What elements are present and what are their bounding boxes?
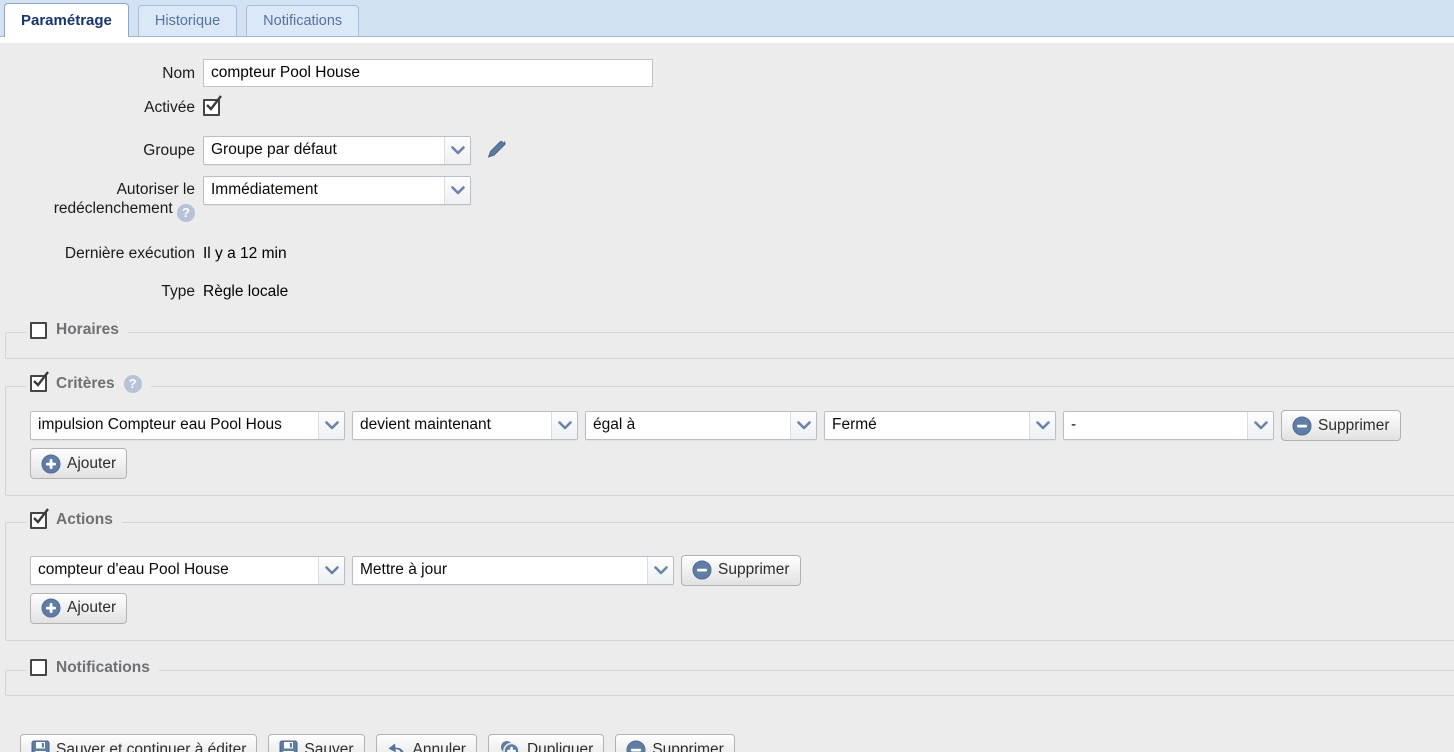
action-delete-button[interactable]: Supprimer bbox=[681, 555, 801, 586]
chevron-down-icon bbox=[1029, 412, 1055, 439]
tab-bar: Paramétrage Historique Notifications bbox=[0, 0, 1454, 37]
criteria-delete-button[interactable]: Supprimer bbox=[1281, 410, 1401, 441]
tab-parametrage[interactable]: Paramétrage bbox=[4, 3, 129, 37]
footer-button-bar: Sauver et continuer à éditer Sauver Annu… bbox=[20, 734, 1454, 752]
criteria-add-button[interactable]: Ajouter bbox=[30, 448, 127, 479]
duplicate-icon bbox=[499, 740, 521, 752]
type-label: Type bbox=[0, 282, 203, 301]
criteria-extra-select[interactable]: - bbox=[1063, 411, 1274, 440]
section-notifications: Notifications bbox=[5, 670, 1454, 697]
section-horaires: Horaires bbox=[5, 332, 1454, 359]
action-command-select[interactable]: Mettre à jour bbox=[352, 556, 674, 585]
chevron-down-icon bbox=[318, 557, 344, 584]
section-criteres: Critères impulsion Compteur eau Pool Hou… bbox=[5, 386, 1454, 497]
chevron-down-icon bbox=[444, 177, 470, 204]
save-and-continue-button[interactable]: Sauver et continuer à éditer bbox=[20, 734, 257, 752]
chevron-down-icon bbox=[647, 557, 673, 584]
criteria-operator-select[interactable]: égal à bbox=[585, 411, 817, 440]
last-execution-value: Il y a 12 min bbox=[203, 245, 287, 263]
edit-group-pencil-icon[interactable] bbox=[484, 139, 508, 163]
tab-notifications[interactable]: Notifications bbox=[246, 5, 359, 36]
criteres-checkbox[interactable] bbox=[30, 375, 47, 392]
action-add-button[interactable]: Ajouter bbox=[30, 593, 127, 624]
criteria-trigger-select[interactable]: devient maintenant bbox=[352, 411, 578, 440]
floppy-icon bbox=[31, 740, 50, 752]
plus-circle-icon bbox=[41, 598, 61, 618]
duplicate-button[interactable]: Dupliquer bbox=[488, 734, 604, 752]
save-button[interactable]: Sauver bbox=[268, 734, 364, 752]
minus-circle-icon bbox=[626, 740, 646, 752]
undo-icon bbox=[387, 741, 407, 752]
chevron-down-icon bbox=[318, 412, 344, 439]
actions-legend: Actions bbox=[56, 511, 113, 529]
name-input[interactable] bbox=[203, 59, 653, 87]
name-label: Nom bbox=[0, 64, 203, 83]
notifications-legend: Notifications bbox=[56, 659, 150, 677]
last-execution-label: Dernière exécution bbox=[0, 244, 203, 263]
minus-circle-icon bbox=[1292, 416, 1312, 436]
enabled-label: Activée bbox=[0, 98, 203, 117]
criteres-legend: Critères bbox=[56, 375, 115, 393]
retrigger-select[interactable]: Immédiatement bbox=[203, 176, 471, 205]
cancel-button[interactable]: Annuler bbox=[376, 734, 477, 752]
chevron-down-icon bbox=[551, 412, 577, 439]
chevron-down-icon bbox=[1247, 412, 1273, 439]
action-device-select[interactable]: compteur d'eau Pool House bbox=[30, 556, 345, 585]
section-actions: Actions compteur d'eau Pool House Mettre… bbox=[5, 522, 1454, 641]
group-select[interactable]: Groupe par défaut bbox=[203, 136, 471, 165]
tab-historique[interactable]: Historique bbox=[138, 5, 237, 36]
delete-button[interactable]: Supprimer bbox=[615, 734, 735, 752]
chevron-down-icon bbox=[444, 137, 470, 164]
criteria-value-select[interactable]: Fermé bbox=[824, 411, 1056, 440]
group-label: Groupe bbox=[0, 141, 203, 160]
rule-settings-page: Paramétrage Historique Notifications Nom… bbox=[0, 0, 1454, 752]
horaires-checkbox[interactable] bbox=[30, 322, 47, 339]
settings-form: Nom Activée Groupe Groupe par défaut bbox=[0, 43, 1454, 752]
floppy-icon bbox=[279, 740, 298, 752]
type-value: Règle locale bbox=[203, 283, 288, 301]
help-icon[interactable] bbox=[124, 375, 142, 393]
chevron-down-icon bbox=[790, 412, 816, 439]
horaires-legend: Horaires bbox=[56, 321, 119, 339]
retrigger-label: Autoriser le redéclenchement bbox=[0, 176, 203, 222]
notifications-checkbox[interactable] bbox=[30, 659, 47, 676]
minus-circle-icon bbox=[692, 560, 712, 580]
actions-checkbox[interactable] bbox=[30, 512, 47, 529]
enabled-checkbox[interactable] bbox=[203, 99, 220, 116]
plus-circle-icon bbox=[41, 454, 61, 474]
help-icon[interactable] bbox=[177, 204, 195, 222]
criteria-device-select[interactable]: impulsion Compteur eau Pool Hous bbox=[30, 411, 345, 440]
